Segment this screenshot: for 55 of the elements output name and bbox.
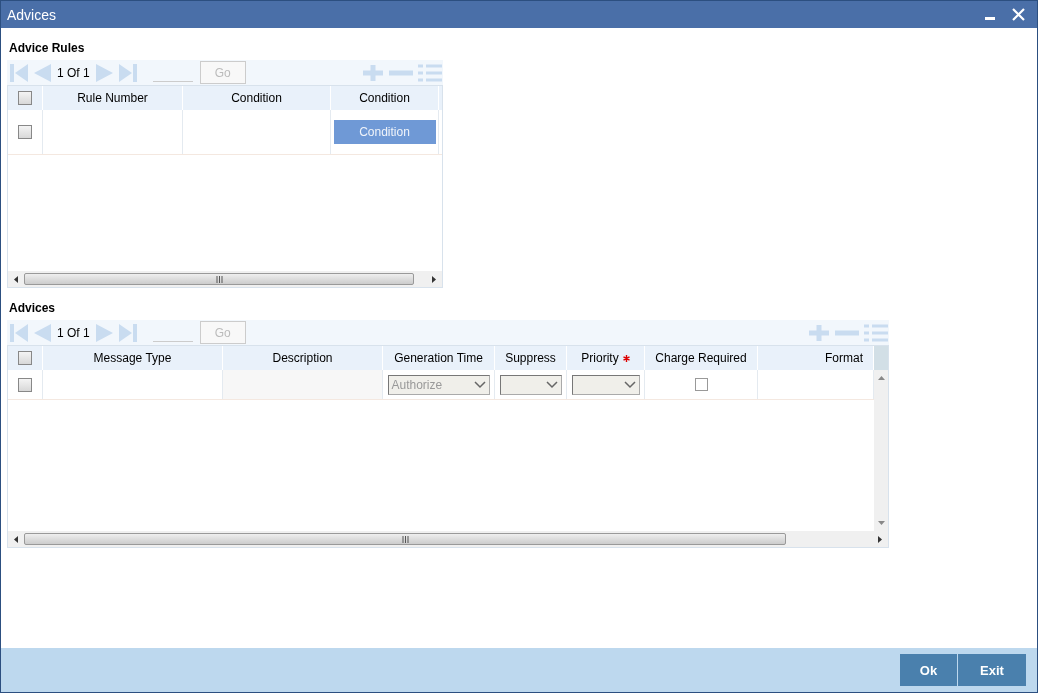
last-page-icon[interactable] bbox=[117, 322, 138, 343]
scrollbar-thumb[interactable] bbox=[24, 273, 414, 285]
scroll-down-icon[interactable] bbox=[877, 521, 885, 525]
next-page-icon[interactable] bbox=[94, 62, 115, 83]
section-title: Advices bbox=[8, 300, 56, 317]
horizontal-scrollbar[interactable] bbox=[8, 271, 442, 287]
dropdown[interactable] bbox=[499, 374, 562, 395]
column-header: Generation Time bbox=[394, 351, 483, 365]
column-header: Condition bbox=[359, 91, 410, 105]
list-view-icon[interactable] bbox=[417, 62, 443, 83]
column-header: Suppress bbox=[505, 351, 556, 365]
checkbox[interactable] bbox=[694, 378, 708, 391]
column-header: Description bbox=[272, 351, 333, 365]
window-title: Advices bbox=[7, 6, 57, 23]
section-title: Advice Rules bbox=[8, 40, 85, 57]
checkbox[interactable] bbox=[18, 377, 32, 392]
scrollbar-thumb[interactable] bbox=[24, 533, 786, 545]
column-header: Charge Required bbox=[655, 351, 747, 365]
footer-button[interactable]: Ok bbox=[900, 654, 957, 686]
add-row-icon[interactable] bbox=[361, 62, 385, 83]
close-icon[interactable] bbox=[1012, 8, 1025, 21]
column-header: Message Type bbox=[93, 351, 172, 365]
previous-page-icon[interactable] bbox=[32, 322, 52, 343]
dropdown[interactable]: Authorize bbox=[387, 374, 490, 395]
scroll-right-icon[interactable] bbox=[878, 535, 882, 543]
page-indicator: 1 Of 1 bbox=[56, 325, 91, 340]
chevron-icon bbox=[473, 380, 486, 389]
column-header: Rule Number bbox=[77, 91, 148, 105]
column-header: Condition bbox=[231, 91, 282, 105]
previous-page-icon[interactable] bbox=[32, 62, 52, 83]
list-view-icon[interactable] bbox=[863, 322, 889, 343]
add-row-icon[interactable] bbox=[807, 322, 831, 343]
last-page-icon[interactable] bbox=[117, 62, 138, 83]
first-page-icon[interactable] bbox=[9, 322, 29, 343]
condition-button[interactable]: Condition bbox=[333, 120, 436, 144]
dropdown[interactable] bbox=[571, 374, 640, 395]
column-header: Format bbox=[825, 351, 863, 365]
scroll-left-icon[interactable] bbox=[14, 275, 18, 283]
checkbox[interactable] bbox=[18, 125, 32, 139]
scroll-right-icon[interactable] bbox=[432, 275, 436, 283]
vertical-scrollbar[interactable] bbox=[874, 370, 888, 531]
page-indicator: 1 Of 1 bbox=[56, 65, 91, 80]
scroll-left-icon[interactable] bbox=[14, 535, 18, 543]
chevron-icon bbox=[623, 380, 636, 389]
first-page-icon[interactable] bbox=[9, 62, 29, 83]
chevron-icon bbox=[545, 380, 558, 389]
column-header: Priority bbox=[581, 351, 619, 365]
next-page-icon[interactable] bbox=[94, 322, 115, 343]
checkbox[interactable] bbox=[18, 351, 32, 365]
checkbox[interactable] bbox=[18, 91, 32, 105]
scroll-up-icon[interactable] bbox=[877, 376, 885, 380]
footer-button[interactable]: Exit bbox=[958, 654, 1026, 686]
go-button[interactable]: Go bbox=[199, 321, 246, 344]
go-button[interactable]: Go bbox=[199, 61, 246, 84]
horizontal-scrollbar[interactable] bbox=[8, 531, 888, 547]
